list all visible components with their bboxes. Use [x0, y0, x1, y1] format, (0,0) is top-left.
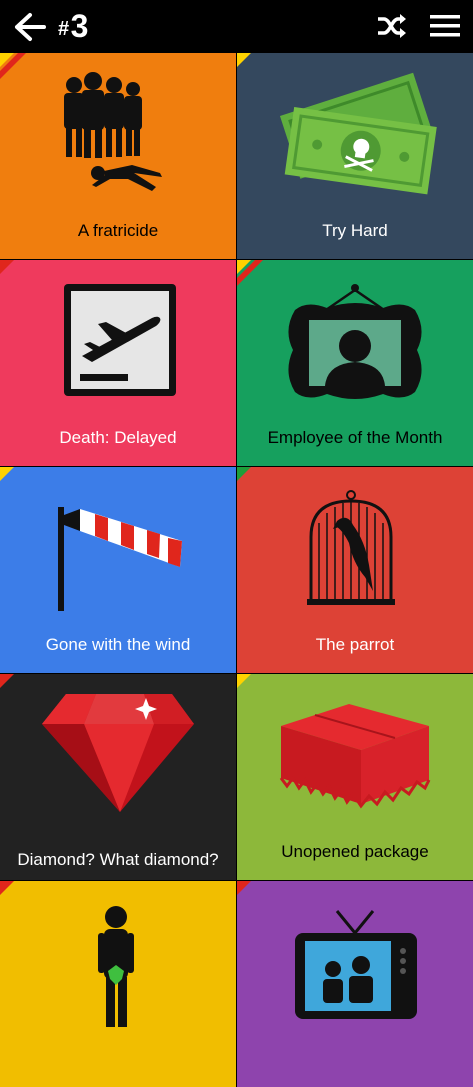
tile-fratricide[interactable]: A fratricide — [0, 53, 236, 259]
television-icon — [295, 910, 417, 1019]
level-hash: # — [58, 18, 70, 40]
tile-label: The parrot — [315, 635, 395, 654]
portrait-frame-icon — [288, 284, 422, 399]
top-bar: #3 — [0, 0, 473, 53]
tile-fig-leaf[interactable] — [0, 881, 236, 1087]
tile-label: A fratricide — [77, 221, 159, 240]
tile-label: Employee of the Month — [267, 428, 443, 447]
fig-leaf-figure-icon — [98, 906, 134, 1027]
hamburger-menu-icon[interactable] — [430, 13, 460, 39]
package-icon — [279, 704, 431, 809]
tile-label: Try Hard — [322, 221, 388, 240]
tile-the-parrot[interactable]: The parrot — [237, 467, 473, 673]
level-title: #3 — [58, 8, 89, 45]
tile-employee-of-the-month[interactable]: Employee of the Month — [237, 260, 473, 466]
tile-gone-with-the-wind[interactable]: Gone with the wind — [0, 467, 236, 673]
departure-sign-icon — [64, 284, 176, 396]
windsock-icon — [58, 507, 182, 611]
tile-label: Diamond? What diamond? — [17, 850, 219, 869]
tile-try-hard[interactable]: Try Hard — [237, 53, 473, 259]
tile-television[interactable] — [237, 881, 473, 1087]
tile-death-delayed[interactable]: Death: Delayed — [0, 260, 236, 466]
caged-parrot-icon — [307, 490, 395, 605]
tile-diamond[interactable]: Diamond? What diamond? — [0, 674, 236, 880]
level-number: 3 — [70, 8, 89, 44]
cash-skull-icon — [279, 72, 437, 195]
tile-unopened-package[interactable]: Unopened package — [237, 674, 473, 880]
tile-label: Death: Delayed — [59, 428, 177, 447]
shuffle-icon[interactable] — [376, 11, 408, 41]
diamond-icon — [42, 694, 194, 812]
tile-label: Unopened package — [281, 842, 429, 861]
arrow-left-icon[interactable] — [12, 12, 46, 42]
tile-label: Gone with the wind — [45, 635, 191, 654]
fratricide-icon — [64, 72, 162, 191]
